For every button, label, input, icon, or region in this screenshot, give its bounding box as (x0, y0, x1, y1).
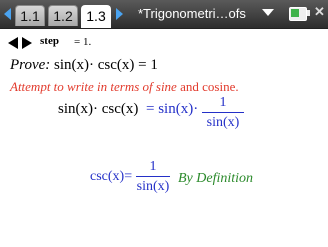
document-title: *Trigonometri…ofs (138, 6, 246, 21)
tab-scroll-right-icon[interactable] (116, 8, 123, 20)
prove-expression: sin(x)· csc(x) = 1 (54, 57, 158, 73)
step-label: step (40, 35, 59, 47)
step-arrows-icon[interactable] (8, 37, 34, 49)
definition-note: By Definition (178, 171, 254, 186)
equation-rhs: = sin(x)· (146, 101, 199, 117)
tab-1-2[interactable]: 1.2 (48, 5, 78, 26)
instruction-text: Attempt to write in terms of sine and co… (10, 79, 239, 94)
step-back-icon[interactable] (8, 37, 18, 49)
fraction-one-over-sin: 1 sin(x) (202, 95, 244, 132)
battery-icon (289, 7, 307, 21)
document-page: step = 1. Prove: sin(x)· csc(x) = 1 Atte… (0, 29, 328, 247)
tab-1-1[interactable]: 1.1 (15, 5, 45, 26)
tab-scroll-left-icon[interactable] (4, 8, 11, 20)
title-bar: 1.1 1.2 1.3 *Trigonometri…ofs (0, 0, 328, 29)
prove-statement: Prove: sin(x)· csc(x) = 1 (10, 57, 158, 74)
close-icon[interactable] (314, 4, 324, 20)
document-menu-chevron-icon[interactable] (262, 9, 274, 20)
step-value: = 1. (74, 36, 92, 48)
prove-word: Prove: (10, 57, 51, 73)
equation-lhs: sin(x)· csc(x) (58, 101, 139, 117)
definition-fraction: 1 sin(x) (136, 159, 170, 194)
definition-lhs: csc(x)= (90, 169, 133, 184)
step-forward-icon[interactable] (22, 37, 32, 49)
tab-1-3[interactable]: 1.3 (81, 5, 111, 28)
